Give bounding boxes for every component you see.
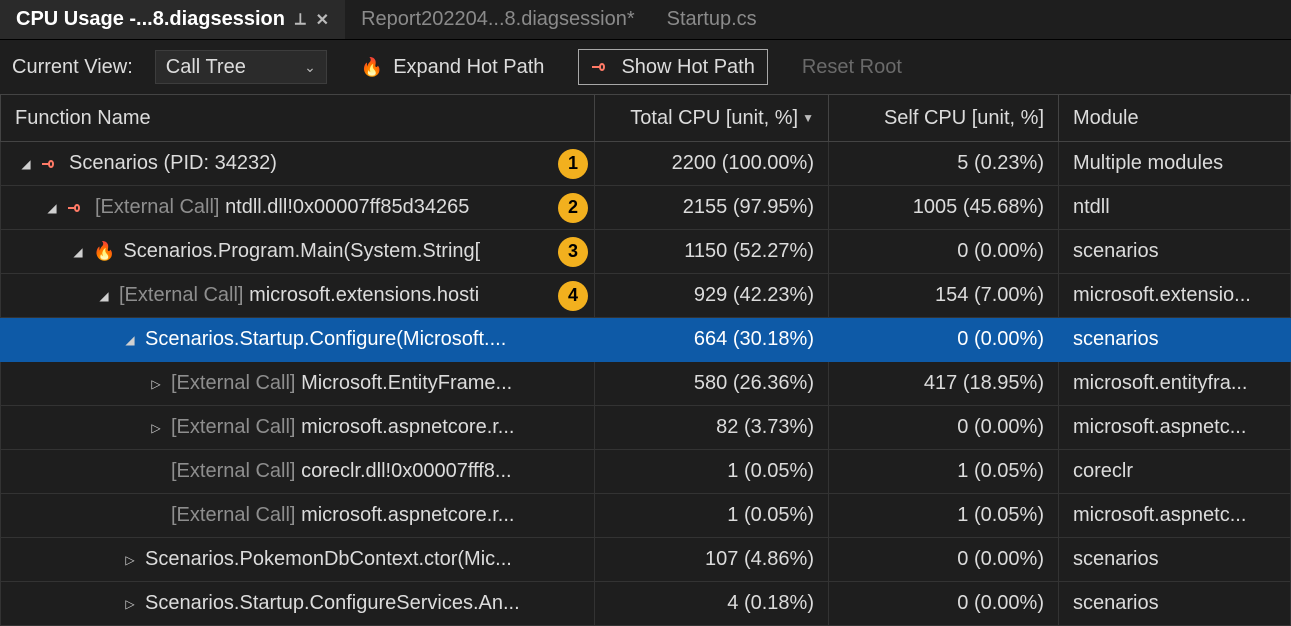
function-name: [External Call] microsoft.extensions.hos… <box>119 284 479 307</box>
module-cell: Multiple modules <box>1059 142 1291 186</box>
flame-icon: 🔥 <box>361 57 383 78</box>
current-view-label: Current View: <box>12 56 133 79</box>
callout-badge: 4 <box>558 281 588 311</box>
self-cpu-cell: 1005 (45.68%) <box>829 186 1059 230</box>
callout-badge: 1 <box>558 149 588 179</box>
total-cpu-cell: 580 (26.36%) <box>595 362 829 406</box>
expand-hot-path-button[interactable]: 🔥 Expand Hot Path <box>349 49 557 85</box>
pin-icon[interactable]: ⟂ <box>295 11 306 29</box>
total-cpu-cell: 1 (0.05%) <box>595 450 829 494</box>
module-cell: microsoft.aspnetc... <box>1059 494 1291 538</box>
view-dropdown[interactable]: Call Tree ⌄ <box>155 50 327 84</box>
total-cpu-cell: 4 (0.18%) <box>595 582 829 626</box>
self-cpu-cell: 0 (0.00%) <box>829 582 1059 626</box>
function-cell[interactable]: [External Call] coreclr.dll!0x00007fff8.… <box>0 450 595 494</box>
column-header-function[interactable]: Function Name <box>0 94 595 142</box>
expander-closed-icon[interactable]: ▷ <box>123 553 137 567</box>
self-cpu-cell: 5 (0.23%) <box>829 142 1059 186</box>
total-cpu-cell: 1150 (52.27%) <box>595 230 829 274</box>
expander-open-icon[interactable]: ◢ <box>71 245 85 259</box>
button-label: Reset Root <box>802 56 902 79</box>
expander-closed-icon[interactable]: ▷ <box>123 597 137 611</box>
expander-closed-icon[interactable]: ▷ <box>149 421 163 435</box>
function-cell[interactable]: ▷ Scenarios.Startup.ConfigureServices.An.… <box>0 582 595 626</box>
module-cell: scenarios <box>1059 318 1291 362</box>
flame-outline-icon <box>41 157 61 171</box>
reset-root-button: Reset Root <box>790 49 914 85</box>
function-cell[interactable]: ◢ [External Call] ntdll.dll!0x00007ff85d3… <box>0 186 595 230</box>
flame-icon: 🔥 <box>93 241 115 262</box>
expander-open-icon[interactable]: ◢ <box>123 333 137 347</box>
flame-outline-icon <box>591 60 611 74</box>
function-name: Scenarios.Startup.ConfigureServices.An..… <box>145 592 520 615</box>
module-cell: microsoft.aspnetc... <box>1059 406 1291 450</box>
expander-closed-icon[interactable]: ▷ <box>149 377 163 391</box>
chevron-down-icon: ⌄ <box>304 59 316 76</box>
expander-open-icon[interactable]: ◢ <box>19 157 33 171</box>
module-cell: scenarios <box>1059 582 1291 626</box>
total-cpu-cell: 929 (42.23%) <box>595 274 829 318</box>
function-name: [External Call] Microsoft.EntityFrame... <box>171 372 512 395</box>
function-name: Scenarios (PID: 34232) <box>69 152 277 175</box>
self-cpu-cell: 0 (0.00%) <box>829 538 1059 582</box>
tab-label: Report202204...8.diagsession* <box>361 8 635 31</box>
function-name: [External Call] microsoft.aspnetcore.r..… <box>171 416 514 439</box>
tab-label: CPU Usage -...8.diagsession <box>16 8 285 31</box>
module-cell: coreclr <box>1059 450 1291 494</box>
expander-open-icon[interactable]: ◢ <box>97 289 111 303</box>
tab-label: Startup.cs <box>667 8 757 31</box>
function-name: [External Call] microsoft.aspnetcore.r..… <box>171 504 514 527</box>
self-cpu-cell: 417 (18.95%) <box>829 362 1059 406</box>
total-cpu-cell: 2200 (100.00%) <box>595 142 829 186</box>
function-cell[interactable]: [External Call] microsoft.aspnetcore.r..… <box>0 494 595 538</box>
callout-badge: 3 <box>558 237 588 267</box>
function-cell[interactable]: ◢ Scenarios (PID: 34232) 1 <box>0 142 595 186</box>
column-header-self-cpu[interactable]: Self CPU [unit, %] <box>829 94 1059 142</box>
total-cpu-cell: 1 (0.05%) <box>595 494 829 538</box>
tab-cpu-usage[interactable]: CPU Usage -...8.diagsession ⟂ ✕ <box>0 0 345 39</box>
function-name: [External Call] coreclr.dll!0x00007fff8.… <box>171 460 512 483</box>
self-cpu-cell: 0 (0.00%) <box>829 230 1059 274</box>
total-cpu-cell: 2155 (97.95%) <box>595 186 829 230</box>
function-name: Scenarios.Startup.Configure(Microsoft...… <box>145 328 506 351</box>
toolbar: Current View: Call Tree ⌄ 🔥 Expand Hot P… <box>0 40 1291 94</box>
flame-outline-icon <box>67 201 87 215</box>
column-header-module[interactable]: Module <box>1059 94 1291 142</box>
function-cell[interactable]: ◢ [External Call] microsoft.extensions.ho… <box>0 274 595 318</box>
expander-open-icon[interactable]: ◢ <box>45 201 59 215</box>
module-cell: microsoft.entityfra... <box>1059 362 1291 406</box>
column-header-total-cpu[interactable]: Total CPU [unit, %] ▼ <box>595 94 829 142</box>
function-name: Scenarios.PokemonDbContext.ctor(Mic... <box>145 548 512 571</box>
self-cpu-cell: 1 (0.05%) <box>829 494 1059 538</box>
button-label: Show Hot Path <box>621 56 754 79</box>
total-cpu-cell: 82 (3.73%) <box>595 406 829 450</box>
button-label: Expand Hot Path <box>393 56 544 79</box>
function-cell[interactable]: ▷ Scenarios.PokemonDbContext.ctor(Mic... <box>0 538 595 582</box>
self-cpu-cell: 0 (0.00%) <box>829 406 1059 450</box>
function-name: [External Call] ntdll.dll!0x00007ff85d34… <box>95 196 469 219</box>
module-cell: microsoft.extensio... <box>1059 274 1291 318</box>
callout-badge: 2 <box>558 193 588 223</box>
cpu-table: Function Name Total CPU [unit, %] ▼ Self… <box>0 94 1291 626</box>
function-cell[interactable]: ◢ Scenarios.Startup.Configure(Microsoft..… <box>0 318 595 362</box>
self-cpu-cell: 154 (7.00%) <box>829 274 1059 318</box>
sort-desc-icon: ▼ <box>802 111 814 125</box>
module-cell: ntdll <box>1059 186 1291 230</box>
tab-report[interactable]: Report202204...8.diagsession* <box>345 0 651 39</box>
function-cell[interactable]: ▷ [External Call] microsoft.aspnetcore.r.… <box>0 406 595 450</box>
tab-strip: CPU Usage -...8.diagsession ⟂ ✕ Report20… <box>0 0 1291 40</box>
total-cpu-cell: 664 (30.18%) <box>595 318 829 362</box>
module-cell: scenarios <box>1059 538 1291 582</box>
function-cell[interactable]: ▷ [External Call] Microsoft.EntityFrame..… <box>0 362 595 406</box>
module-cell: scenarios <box>1059 230 1291 274</box>
self-cpu-cell: 1 (0.05%) <box>829 450 1059 494</box>
function-name: Scenarios.Program.Main(System.String[ <box>123 240 480 263</box>
total-cpu-cell: 107 (4.86%) <box>595 538 829 582</box>
close-icon[interactable]: ✕ <box>316 10 329 30</box>
show-hot-path-button[interactable]: Show Hot Path <box>578 49 767 85</box>
tab-startup[interactable]: Startup.cs <box>651 0 773 39</box>
self-cpu-cell: 0 (0.00%) <box>829 318 1059 362</box>
function-cell[interactable]: ◢ 🔥 Scenarios.Program.Main(System.String[ 3 <box>0 230 595 274</box>
dropdown-value: Call Tree <box>166 56 246 79</box>
